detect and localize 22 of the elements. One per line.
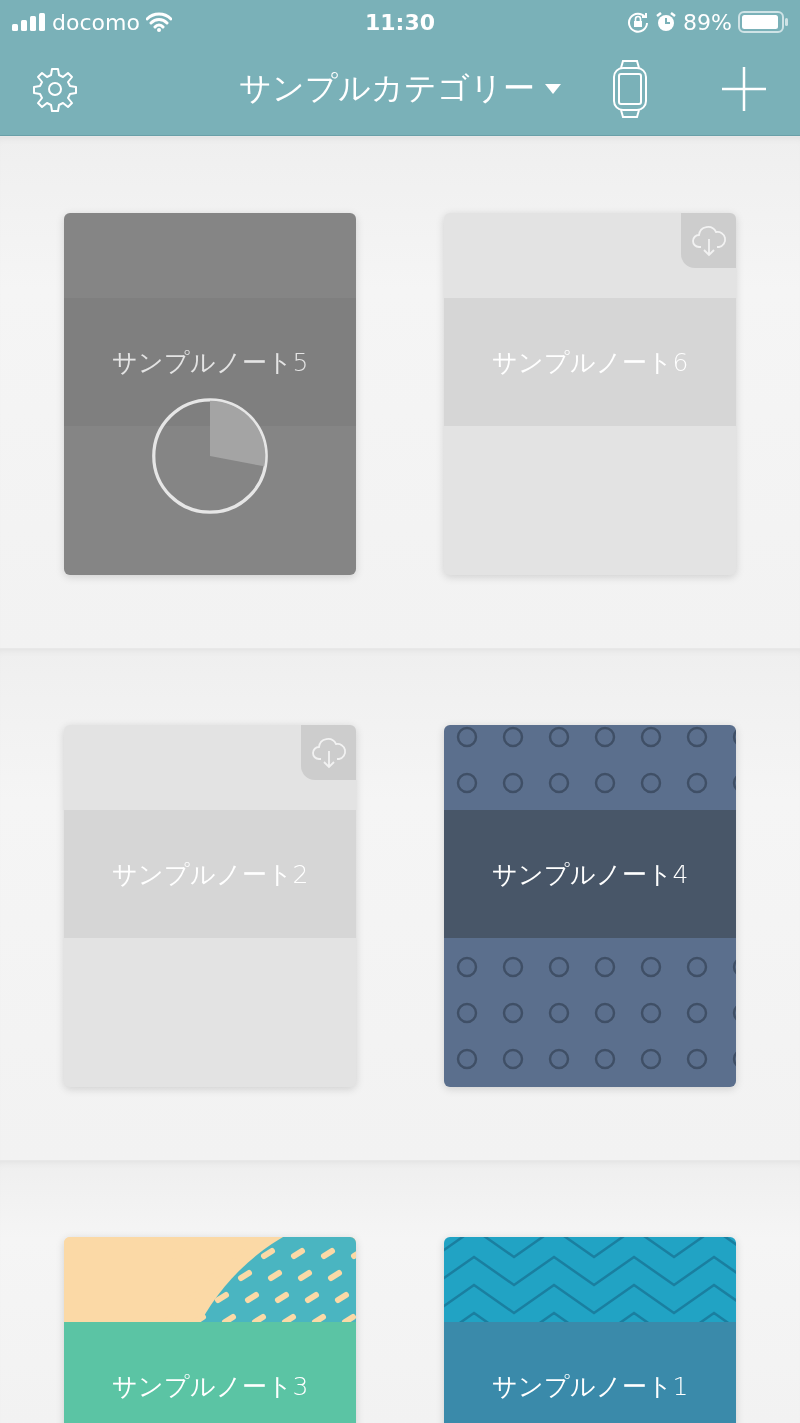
alarm-icon <box>655 11 678 33</box>
rotation-lock-icon <box>627 11 650 33</box>
notebook-title: サンプルノート4 <box>491 858 689 891</box>
add-icon[interactable] <box>722 67 766 111</box>
cloud-download-badge[interactable] <box>681 213 736 268</box>
signal-icon <box>12 13 46 31</box>
caret-icon <box>545 83 561 95</box>
notebook-title: サンプルノート5 <box>111 346 309 379</box>
notebook-cover[interactable]: サンプルノート3 <box>64 1237 356 1423</box>
battery-icon <box>738 11 788 33</box>
category-dropdown[interactable]: サンプルカテゴリー <box>239 67 561 111</box>
notebook-title: サンプルノート1 <box>491 1370 689 1403</box>
cloud-download-badge[interactable] <box>301 725 356 780</box>
settings-icon[interactable] <box>32 66 78 112</box>
notebook-cover[interactable]: サンプルノート1 <box>444 1237 736 1423</box>
wifi-icon <box>145 12 172 32</box>
watch-icon[interactable] <box>612 60 648 118</box>
battery-percent: 89% <box>683 9 732 35</box>
carrier-name: docomo <box>52 9 140 35</box>
notebook-title: サンプルノート3 <box>111 1370 309 1403</box>
clock-time: 11:30 <box>365 9 435 35</box>
notebook-cover[interactable]: サンプルノート5 <box>64 213 356 575</box>
